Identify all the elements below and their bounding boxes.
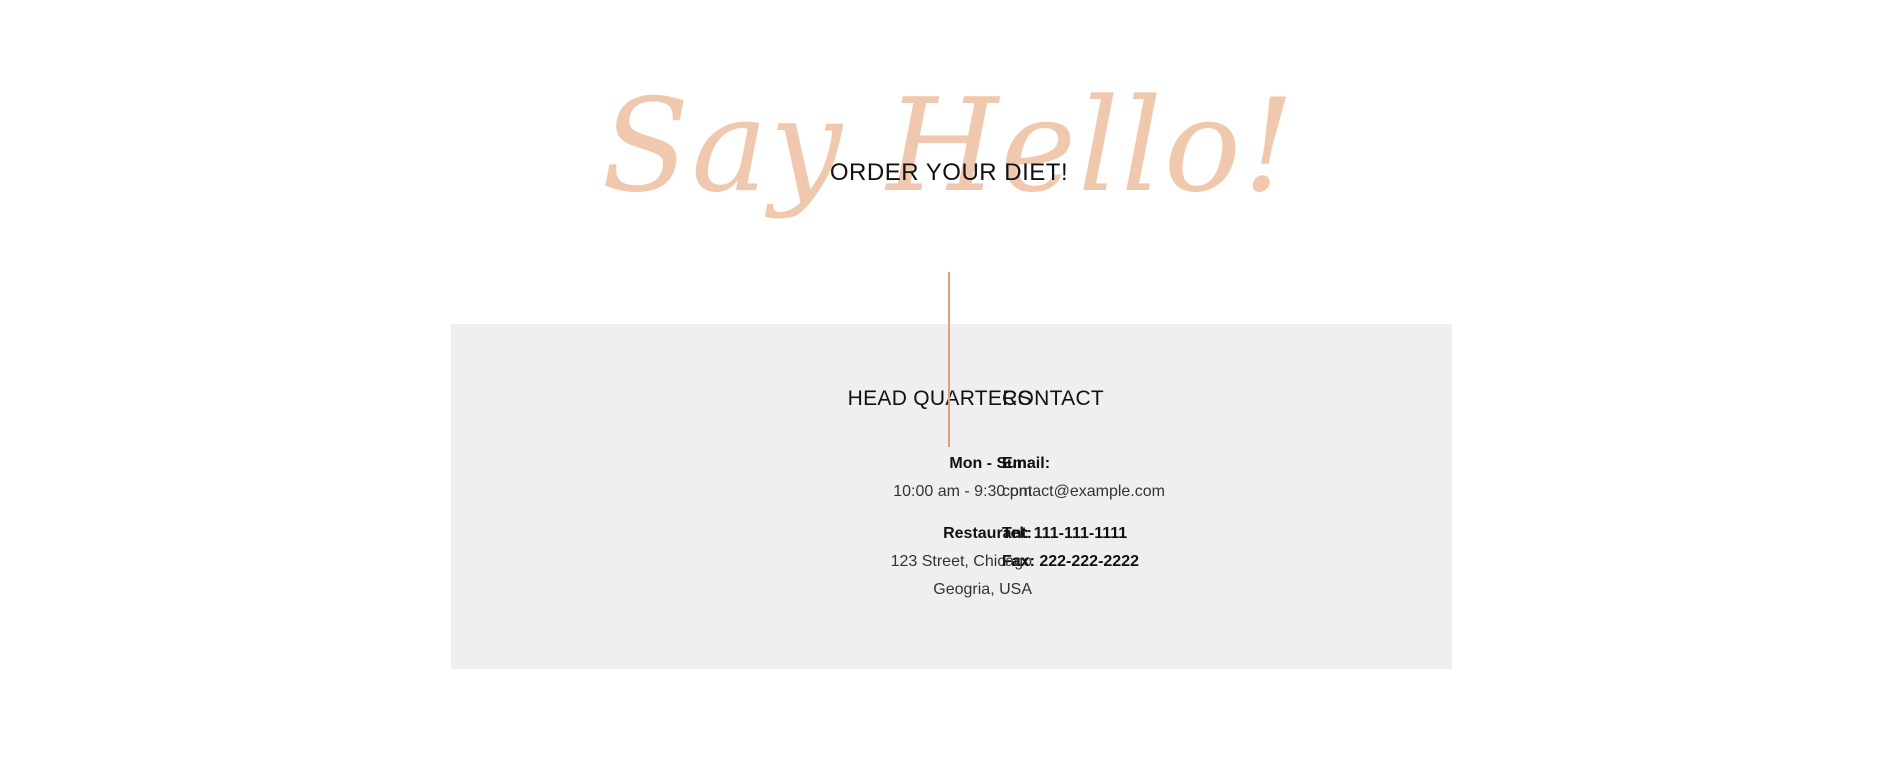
restaurant-label: Restaurant: bbox=[943, 525, 1032, 542]
address-line2: Geogria, USA bbox=[933, 581, 1032, 598]
tel-row: Tel: 111-111-1111 bbox=[1002, 520, 1322, 548]
hours-label: Mon - Sun: bbox=[949, 455, 1032, 472]
email-label: Email: bbox=[1002, 455, 1051, 472]
vertical-divider bbox=[948, 272, 950, 447]
fax-value: 222-222-2222 bbox=[1039, 553, 1139, 570]
headquarters-heading: HEAD QUARTERS bbox=[847, 387, 1032, 410]
info-panel: HEAD QUARTERS Mon - Sun: 10:00 am - 9:30… bbox=[451, 324, 1452, 669]
page-subtitle: ORDER YOUR DIET! bbox=[829, 159, 1069, 186]
tel-value[interactable]: 111-111-1111 bbox=[1034, 525, 1127, 542]
hero-section: Say Hello! ORDER YOUR DIET! bbox=[0, 0, 1898, 300]
email-link[interactable]: contact@example.com bbox=[1002, 478, 1322, 506]
fax-row: Fax: 222-222-2222 bbox=[1002, 548, 1322, 576]
contact-heading: CONTACT bbox=[1002, 387, 1105, 410]
fax-label: Fax: bbox=[1002, 553, 1035, 570]
address-line1: 123 Street, Chicago bbox=[890, 553, 1032, 570]
tel-label: Tel: bbox=[1002, 525, 1030, 542]
hours-value: 10:00 am - 9:30 pm bbox=[893, 483, 1032, 500]
contact-column: CONTACT Email: contact@example.com Tel: … bbox=[1002, 386, 1322, 576]
headquarters-column: HEAD QUARTERS Mon - Sun: 10:00 am - 9:30… bbox=[712, 386, 1032, 604]
script-title: Say Hello! bbox=[601, 72, 1297, 221]
